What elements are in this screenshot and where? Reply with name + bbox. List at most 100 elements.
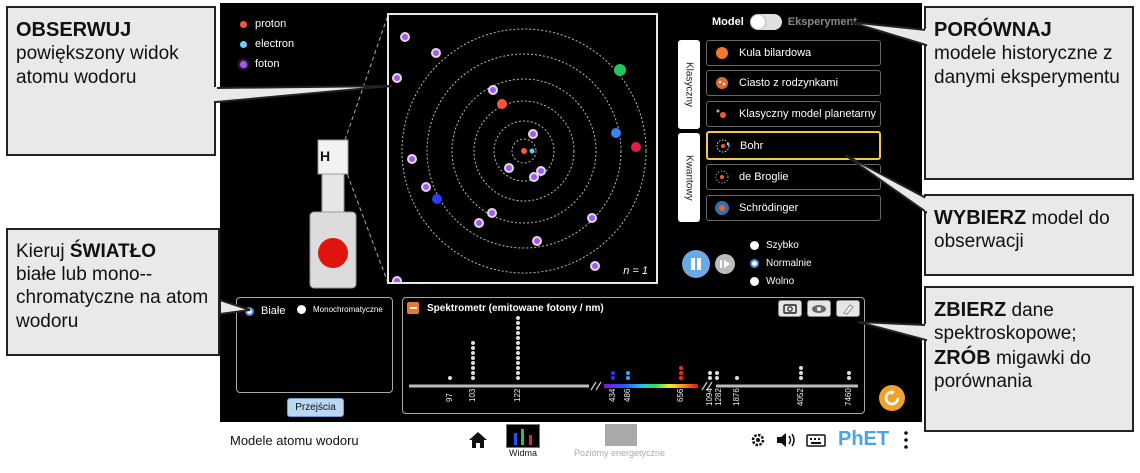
mode-model-label: Model xyxy=(712,16,744,28)
speed-slow[interactable]: Wolno xyxy=(750,276,794,287)
model-label: Kula bilardowa xyxy=(739,47,812,59)
model-label: de Broglie xyxy=(739,171,789,183)
light-white-option[interactable]: Białe xyxy=(245,305,285,317)
menu-dots-icon[interactable] xyxy=(903,431,909,449)
callout-observe: OBSERWUJ powiększony widok atomu wodoru xyxy=(6,6,216,156)
tab-quantum-label: Kwantowy xyxy=(683,154,695,201)
model-bohr[interactable]: Bohr xyxy=(706,131,881,160)
speed-normal-radio[interactable] xyxy=(750,259,759,268)
callout-light-text: białe lub mono--chromatyczne na atom wod… xyxy=(16,264,209,332)
callout-observe-text: powiększony widok atomu wodoru xyxy=(16,43,179,88)
tab-quantum[interactable]: Kwantowy xyxy=(678,133,700,222)
light-mono-radio[interactable] xyxy=(297,305,306,314)
spectrum-tick-label: 7460 xyxy=(844,388,853,406)
callout-collect: ZBIERZ dane spektroskopowe; ZRÓB migawki… xyxy=(924,286,1134,432)
model-billiard-ball[interactable]: Kula bilardowa xyxy=(706,40,881,66)
atom-view: n = 1 xyxy=(387,13,658,284)
model-label: Klasyczny model planetarny xyxy=(739,108,876,120)
speed-slow-label: Wolno xyxy=(766,276,795,287)
reset-all-button[interactable] xyxy=(879,385,905,411)
model-label: Bohr xyxy=(740,139,764,152)
legend-electron-label: electron xyxy=(255,38,295,50)
callout-compare-bold: PORÓWNAJ xyxy=(934,19,1052,41)
model-plum-pudding[interactable]: Ciasto z rodzynkami xyxy=(706,70,881,96)
callout-light: Kieruj ŚWIATŁO białe lub mono--chromatyc… xyxy=(6,228,220,356)
callout-select: WYBIERZ model do obserwacji xyxy=(924,194,1134,276)
light-white-label: Białe xyxy=(261,305,286,317)
callout-light-bold: ŚWIATŁO xyxy=(69,241,157,262)
toggle-knob xyxy=(750,15,765,29)
keyboard-icon[interactable] xyxy=(806,432,826,448)
legend-proton: proton xyxy=(240,14,294,34)
sound-icon[interactable] xyxy=(776,432,796,448)
speed-fast-radio[interactable] xyxy=(750,241,759,250)
pause-icon xyxy=(691,258,701,270)
legend-photon-label: foton xyxy=(255,58,280,70)
spectrum-tick-label: 1282 xyxy=(714,388,723,406)
mode-toggle-row: Model Eksperyment xyxy=(712,14,857,30)
light-white-radio[interactable] xyxy=(245,306,254,316)
photon-icon xyxy=(240,60,247,68)
de-broglie-icon xyxy=(713,168,731,186)
step-icon xyxy=(720,260,730,268)
tab-classical[interactable]: Klasyczny xyxy=(678,40,700,129)
energy-level-label: n = 1 xyxy=(623,265,648,277)
screen-widma-button[interactable]: Widma xyxy=(502,424,542,464)
light-control-panel: Białe Monochromatyczne xyxy=(236,297,393,393)
callout-compare-text: modele historyczne z danymi eksperymentu xyxy=(934,43,1120,88)
reset-icon xyxy=(884,390,900,406)
speed-fast-label: Szybko xyxy=(766,240,799,251)
speed-normal-label: Normalnie xyxy=(766,258,812,269)
light-mono-option[interactable]: Monochromatyczne xyxy=(297,305,383,314)
callout-select-bold: WYBIERZ xyxy=(934,207,1027,229)
planetary-icon xyxy=(713,105,731,123)
plum-pudding-icon xyxy=(713,74,731,92)
particle-legend: proton electron foton xyxy=(240,14,294,74)
spectrometer-panel: Spektrometr (emitowane fotony / nm) 97 1… xyxy=(402,297,865,414)
speed-slow-radio[interactable] xyxy=(750,277,759,286)
screen-energy-levels-button[interactable]: Poziomy energetyczne xyxy=(574,424,670,464)
spectrum-tick-label: 122 xyxy=(513,388,522,402)
atom-orbits xyxy=(392,28,647,282)
model-schrodinger[interactable]: Schrödinger xyxy=(706,195,881,221)
model-classical-planetary[interactable]: Klasyczny model planetarny xyxy=(706,101,881,127)
navigation-bar: Modele atomu wodoru Widma Poziomy energe… xyxy=(220,422,922,469)
model-de-broglie[interactable]: de Broglie xyxy=(706,164,881,190)
settings-gear-icon[interactable] xyxy=(750,432,766,448)
spectrum-tick-label: 97 xyxy=(445,393,454,402)
phet-logo[interactable]: PhET xyxy=(838,428,889,451)
callout-compare: PORÓWNAJ modele historyczne z danymi eks… xyxy=(924,6,1134,180)
bohr-icon xyxy=(714,137,732,155)
tab-classical-label: Klasyczny xyxy=(683,61,695,107)
callout-collect-bold2: ZRÓB xyxy=(934,346,991,369)
spectrum-chart: 97 103 122 434 486 656 1094 1282 1876 40… xyxy=(409,316,858,406)
gun-h-label: H xyxy=(320,148,331,164)
spectrum-tick-label: 4052 xyxy=(796,388,805,406)
callout-collect-bold1: ZBIERZ xyxy=(934,299,1007,321)
spectrum-tick-label: 486 xyxy=(623,388,632,402)
light-mono-label: Monochromatyczne xyxy=(313,305,383,314)
energy-levels-screen-icon xyxy=(605,424,637,446)
mode-experiment-label: Eksperyment xyxy=(787,16,857,28)
pause-button[interactable] xyxy=(682,250,710,278)
model-label: Schrödinger xyxy=(739,202,799,214)
model-label: Ciasto z rodzynkami xyxy=(739,77,839,89)
speed-fast[interactable]: Szybko xyxy=(750,240,799,251)
spectrum-tick-label: 656 xyxy=(676,388,685,402)
screen-energy-levels-label: Poziomy energetyczne xyxy=(574,448,666,458)
callout-observe-bold: OBSERWUJ xyxy=(16,19,132,41)
spectrum-tick-label: 103 xyxy=(468,388,477,402)
spectrum-tick-label: 1876 xyxy=(732,388,741,406)
sim-title: Modele atomu wodoru xyxy=(230,433,359,448)
home-icon[interactable] xyxy=(468,431,488,449)
mode-toggle-switch[interactable] xyxy=(749,14,782,30)
step-button[interactable] xyxy=(715,254,735,274)
speed-normal[interactable]: Normalnie xyxy=(750,258,812,269)
transitions-button[interactable]: Przejścia xyxy=(287,398,344,417)
spectrum-tick-label: 1094 xyxy=(705,388,714,406)
callout-light-pre: Kieruj xyxy=(16,241,65,262)
legend-photon: foton xyxy=(240,54,294,74)
legend-electron: electron xyxy=(240,34,294,54)
proton-icon xyxy=(240,20,247,28)
spectrum-tick-label: 434 xyxy=(608,388,617,402)
